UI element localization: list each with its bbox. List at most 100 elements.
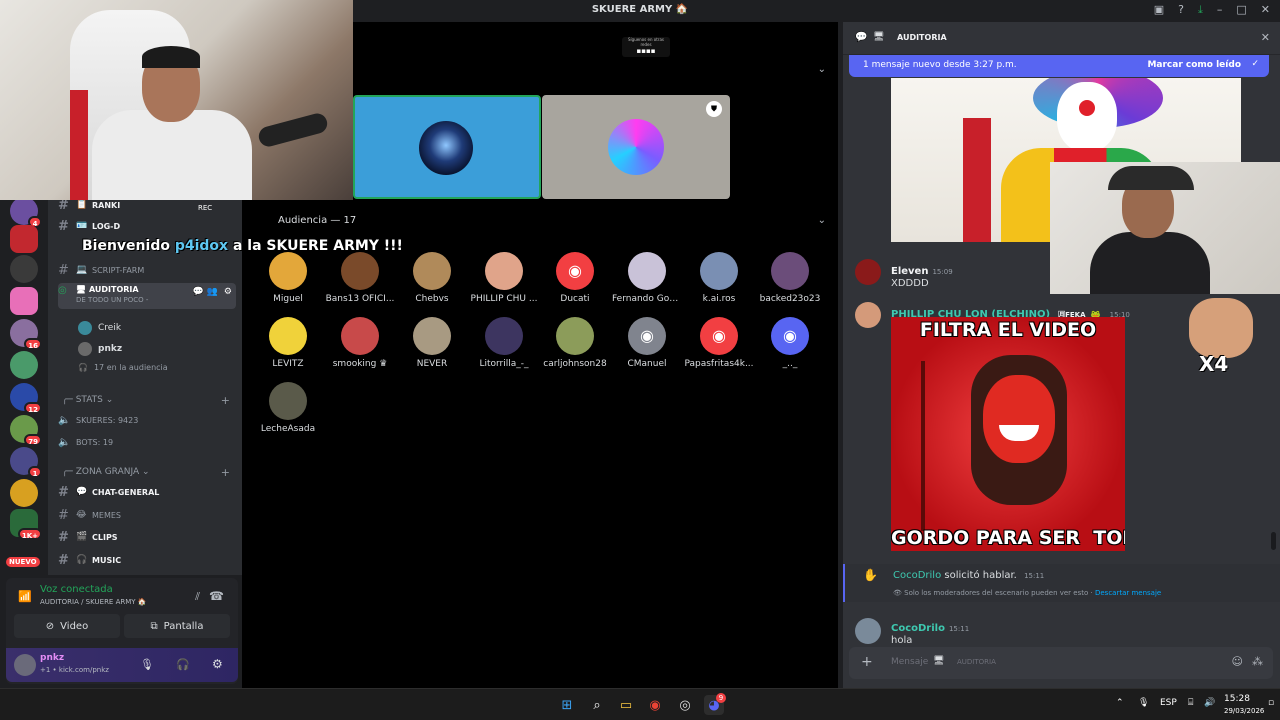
stats-bots[interactable]: 🔈 BOTS: 19 <box>58 432 236 452</box>
help-icon[interactable]: ? <box>1178 3 1184 17</box>
audience-member[interactable]: ◉ Ducati <box>540 252 610 304</box>
obs-icon[interactable]: ◎ <box>675 695 695 715</box>
audience-member[interactable]: PHILLIP CHU ... <box>469 252 539 304</box>
close-chat-icon[interactable]: ✕ <box>1261 31 1270 44</box>
audience-member[interactable]: ◉ Papasfritas4k... <box>684 317 754 369</box>
add-member-icon[interactable]: 👥 <box>207 287 218 297</box>
voice-status[interactable]: Voz conectada <box>40 584 113 595</box>
server-icon[interactable]: 4 <box>10 197 42 228</box>
start-icon[interactable]: ⊞ <box>557 695 577 715</box>
audience-member[interactable]: LecheAsada <box>253 382 323 434</box>
ephemeral-note: Solo los moderadores del escenario puede… <box>904 589 1089 597</box>
stats-skueres[interactable]: 🔈 SKUERES: 9423 <box>58 410 236 430</box>
noise-suppression-icon[interactable]: ⫽ <box>195 590 200 604</box>
add-attachment-icon[interactable]: + <box>861 654 873 670</box>
chat-icon[interactable]: 💬 <box>193 287 204 297</box>
clock-date[interactable]: 29/03/2026 <box>1224 707 1264 715</box>
message-author[interactable]: CocoDrilo <box>893 570 941 581</box>
minimize-button[interactable]: – <box>1217 3 1223 17</box>
notification-icon[interactable]: ▫ <box>1268 698 1274 708</box>
screen-share-button[interactable]: ⧉ Pantalla <box>124 614 230 638</box>
add-channel-icon[interactable]: + <box>221 466 230 479</box>
language-indicator[interactable]: ESP <box>1160 698 1177 708</box>
server-icon[interactable] <box>10 351 38 379</box>
audience-member[interactable]: NEVER <box>397 317 467 369</box>
channel-music[interactable]: # 🎧 MUSIC <box>58 550 236 570</box>
settings-icon[interactable]: ⚙ <box>212 657 223 671</box>
audience-member[interactable]: Fernando Gos... <box>612 252 682 304</box>
message-author[interactable]: CocoDrilo <box>891 623 945 634</box>
search-icon[interactable]: ⌕ <box>587 695 607 715</box>
speaker-avatar-ring <box>608 119 664 175</box>
add-channel-icon[interactable]: + <box>221 394 230 407</box>
file-explorer-icon[interactable]: ▭ <box>616 695 636 715</box>
voice-user[interactable]: pnkz <box>78 342 122 356</box>
server-icon[interactable]: 79 <box>10 415 42 446</box>
category-zona[interactable]: ╭─ ZONA GRANJA ⌄ <box>62 467 150 477</box>
server-icon[interactable] <box>10 287 38 315</box>
headset-icon[interactable]: 🎧 <box>176 658 190 671</box>
server-icon[interactable]: 16 <box>10 319 42 350</box>
category-stats[interactable]: ╭─ STATS ⌄ <box>62 395 113 405</box>
voice-channel-auditoria[interactable]: ◎ 🖥 AUDITORIA DE TODO UN POCO - 💬 👥 ⚙ <box>58 283 236 309</box>
audience-member[interactable]: Miguel <box>253 252 323 304</box>
server-icon[interactable]: 12 <box>10 383 42 414</box>
video-button[interactable]: ⊘ Video <box>14 614 120 638</box>
audience-member[interactable]: carljohnson28 <box>540 317 610 369</box>
audience-member[interactable]: backed23o23 <box>755 252 825 304</box>
audience-member[interactable]: ◉ _.._ <box>755 317 825 369</box>
channel-clips[interactable]: # 🎬 CLIPS <box>58 527 236 547</box>
server-icon[interactable]: 1K+ <box>10 509 42 540</box>
server-icon[interactable] <box>10 479 38 507</box>
chrome-icon[interactable]: ◉ <box>645 695 665 715</box>
emoji-icon[interactable]: ☺ <box>1232 655 1243 668</box>
tray-chevron-icon[interactable]: ⌃ <box>1116 698 1124 708</box>
new-badge[interactable]: NUEVO <box>6 557 40 567</box>
thread-icon: 💬 <box>855 32 868 43</box>
message-avatar[interactable] <box>855 618 881 644</box>
audience-member[interactable]: ◉ CManuel <box>612 317 682 369</box>
apps-icon[interactable]: ⁂ <box>1252 655 1263 668</box>
dismiss-message-link[interactable]: Descartar mensaje <box>1095 589 1161 597</box>
audience-collapse-icon[interactable]: ⌄ <box>818 215 826 226</box>
channel-chat-general[interactable]: # 💬 CHAT-GENERAL <box>58 482 236 502</box>
inbox-icon[interactable]: ▣ <box>1154 3 1164 17</box>
message-avatar[interactable] <box>855 259 881 285</box>
server-icon[interactable]: 1 <box>10 447 42 478</box>
audience-member[interactable]: k.ai.ros <box>684 252 754 304</box>
voice-location[interactable]: AUDITORIA / SKUERE ARMY 🏠 <box>40 598 147 606</box>
volume-icon[interactable]: 🔊 <box>1204 698 1215 708</box>
audience-member[interactable]: Litorrilla_-_ <box>469 317 539 369</box>
speaker-tile-1[interactable] <box>353 95 541 199</box>
scrollbar-thumb[interactable] <box>1271 532 1276 550</box>
clock-time[interactable]: 15:28 <box>1224 694 1250 704</box>
message-author[interactable]: Eleven <box>891 266 928 277</box>
speaker-tile-2[interactable]: ⛊ <box>542 95 730 199</box>
channel-log[interactable]: # 🪪 LOG-D <box>58 216 236 236</box>
channel-script-farm[interactable]: # 💻 SCRIPT-FARM <box>58 260 236 280</box>
audience-member[interactable]: LEVITZ <box>253 317 323 369</box>
server-icon[interactable] <box>10 255 38 283</box>
gear-icon[interactable]: ⚙ <box>224 287 232 297</box>
channel-memes[interactable]: # 😂 MEMES <box>58 505 236 525</box>
speakers-collapse-icon[interactable]: ⌄ <box>818 64 826 75</box>
mic-tray-icon[interactable]: 🎙 <box>1138 698 1149 708</box>
voice-user[interactable]: Creik <box>78 321 121 335</box>
network-icon[interactable]: ⌸ <box>1188 698 1193 708</box>
audience-member[interactable]: Bans13 OFICI... <box>325 252 395 304</box>
audience-member[interactable]: Chebvs <box>397 252 467 304</box>
audience-count[interactable]: 🎧 17 en la audiencia <box>78 363 168 372</box>
maximize-button[interactable]: □ <box>1236 3 1246 17</box>
audience-member[interactable]: smooking ♛ <box>325 317 395 369</box>
server-icon[interactable] <box>10 225 38 253</box>
message-avatar[interactable] <box>855 302 881 328</box>
meme-image[interactable]: FILTRA EL VIDEO GORDO PARA SER TOP 1 <box>891 317 1125 551</box>
mark-read-button[interactable]: Marcar como leído <box>1147 60 1241 70</box>
message-composer[interactable]: + Mensaje 🖥 AUDITORIA ☺ ⁂ <box>849 647 1273 679</box>
microphone-icon[interactable]: 🎙 <box>140 658 154 671</box>
close-button[interactable]: ✕ <box>1261 3 1270 17</box>
download-icon[interactable]: ⤓ <box>1198 3 1203 17</box>
new-messages-banner[interactable]: 1 mensaje nuevo desde 3:27 p.m. Marcar c… <box>849 55 1269 77</box>
disconnect-icon[interactable]: ☎ <box>209 589 224 603</box>
avatar[interactable] <box>14 654 36 676</box>
